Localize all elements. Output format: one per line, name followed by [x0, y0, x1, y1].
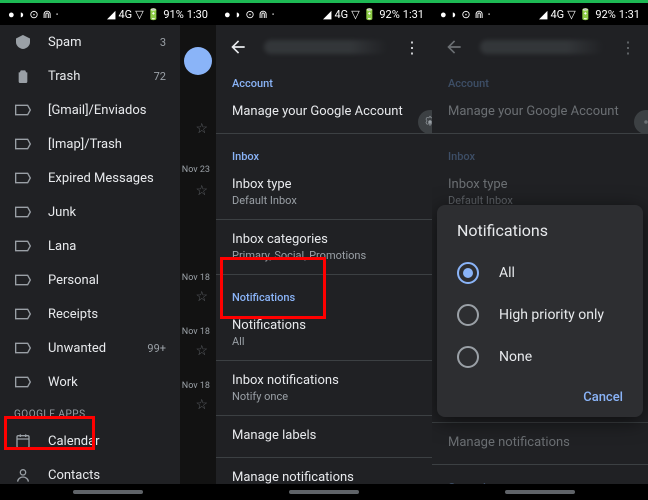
notifications-dialog: Notifications All High priority only Non…	[437, 205, 643, 417]
section-notifications: Notifications	[216, 279, 432, 310]
radio-icon	[457, 304, 479, 326]
inbox-notifications[interactable]: Inbox notificationsNotify once	[216, 365, 432, 411]
radio-icon	[457, 262, 479, 284]
inbox-categories[interactable]: Inbox categoriesPrimary, Social, Promoti…	[216, 224, 432, 270]
drawer-junk[interactable]: Junk	[0, 195, 180, 229]
manage-notifications[interactable]: Manage notifications	[216, 462, 432, 484]
cancel-button[interactable]: Cancel	[583, 390, 623, 405]
mail-list-bg: ☆ Nov 23 ☆ Nov 18 ☆ Nov 18 ☆ Nov 18 ☆	[180, 25, 216, 484]
radio-high-priority[interactable]: High priority only	[437, 294, 643, 336]
dialog-title: Notifications	[437, 221, 643, 252]
radio-icon	[457, 346, 479, 368]
account-email-blurred	[264, 40, 388, 54]
drawer-calendar[interactable]: Calendar	[0, 424, 180, 458]
status-bar: ●◗⊙⋒• ◢4G▽🔋92%1:31	[216, 3, 432, 25]
drawer-contacts[interactable]: Contacts	[0, 458, 180, 484]
phone-drawer: ●◗⊙⋒• ◢4G▽🔋91%1:30 ☆ Nov 23 ☆ Nov 18 ☆ N…	[0, 0, 216, 500]
radio-all[interactable]: All	[437, 252, 643, 294]
nav-drawer[interactable]: Spam3 Trash72 [Gmail]/Enviados [Imap]/Tr…	[0, 25, 180, 484]
drawer-work[interactable]: Work	[0, 365, 180, 399]
drawer-gmail-enviados[interactable]: [Gmail]/Enviados	[0, 93, 180, 127]
drawer-expired[interactable]: Expired Messages	[0, 161, 180, 195]
phone-dialog: ●◗⊙⋒• ◢4G▽🔋92%1:31 ⋮ Account Manage your…	[432, 0, 648, 500]
back-icon[interactable]	[228, 37, 248, 57]
inbox-type[interactable]: Inbox typeDefault Inbox	[216, 169, 432, 215]
nav-bar	[0, 484, 216, 500]
notifications-setting[interactable]: NotificationsAll	[216, 310, 432, 356]
radio-none[interactable]: None	[437, 336, 643, 378]
overflow-icon: ⋮	[620, 38, 636, 57]
account-email-blurred	[480, 40, 604, 54]
drawer-receipts[interactable]: Receipts	[0, 297, 180, 331]
section-inbox: Inbox	[216, 138, 432, 169]
overflow-icon[interactable]: ⋮	[404, 38, 420, 57]
drawer-personal[interactable]: Personal	[0, 263, 180, 297]
drawer-trash[interactable]: Trash72	[0, 59, 180, 93]
drawer-lana[interactable]: Lana	[0, 229, 180, 263]
drawer-imap-trash[interactable]: [Imap]/Trash	[0, 127, 180, 161]
status-bar: ●◗⊙⋒• ◢4G▽🔋91%1:30	[0, 3, 216, 25]
manage-account[interactable]: Manage your Google Account	[216, 96, 432, 129]
drawer-unwanted[interactable]: Unwanted99+	[0, 331, 180, 365]
back-icon	[444, 37, 464, 57]
drawer-spam[interactable]: Spam3	[0, 25, 180, 59]
section-account: Account	[216, 65, 432, 96]
phone-settings: ●◗⊙⋒• ◢4G▽🔋92%1:31 ⋮ Account Manage your…	[216, 0, 432, 500]
status-bar: ●◗⊙⋒• ◢4G▽🔋92%1:31	[432, 3, 648, 25]
google-apps-header: GOOGLE APPS	[0, 399, 180, 424]
account-avatar-icon[interactable]	[418, 110, 432, 134]
manage-labels[interactable]: Manage labels	[216, 420, 432, 453]
